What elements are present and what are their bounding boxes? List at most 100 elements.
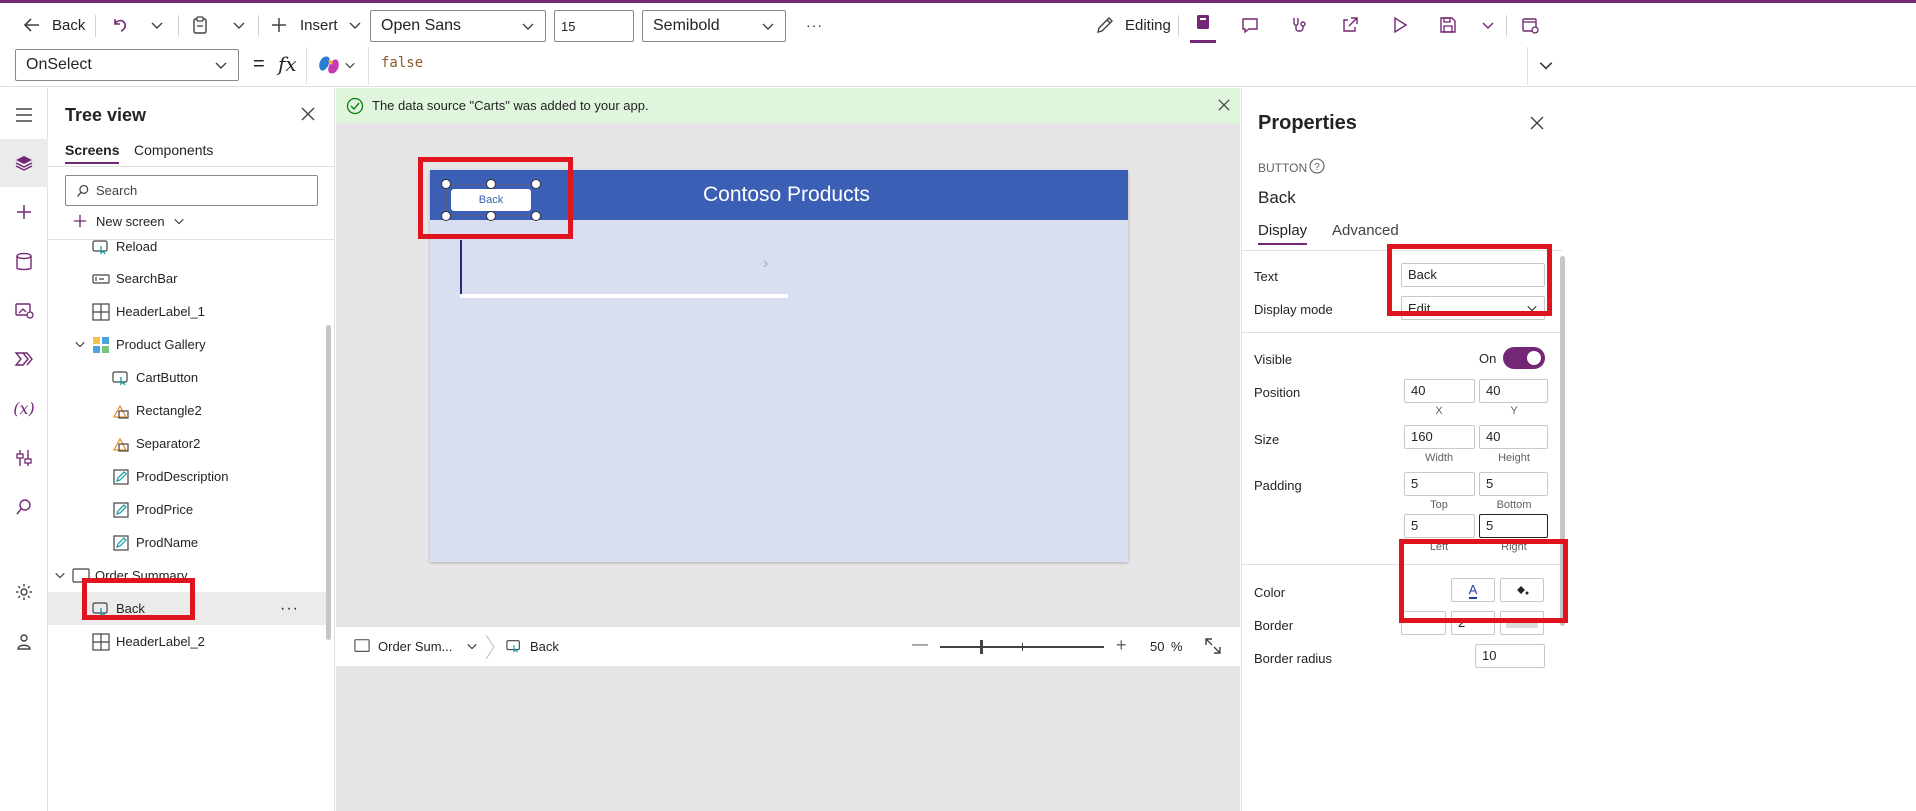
border-radius-input[interactable]: 10 bbox=[1475, 644, 1545, 668]
border-color-button[interactable] bbox=[1500, 611, 1544, 635]
zoom-slider-thumb[interactable] bbox=[980, 640, 983, 654]
tree-item-headerlabel1[interactable]: HeaderLabel_1 bbox=[48, 295, 328, 328]
redo-dropdown[interactable] bbox=[150, 3, 164, 47]
plus-icon bbox=[72, 213, 88, 229]
resize-handle[interactable] bbox=[441, 211, 451, 221]
undo-button[interactable] bbox=[110, 3, 130, 47]
tree-item-proddescription[interactable]: ProdDescription bbox=[48, 460, 328, 493]
more-options-button[interactable]: ··· bbox=[280, 600, 299, 618]
height-input[interactable]: 40 bbox=[1479, 425, 1548, 449]
resize-handle[interactable] bbox=[486, 179, 496, 189]
copilot-button[interactable] bbox=[318, 55, 356, 75]
rail-variables[interactable]: (x) bbox=[0, 384, 48, 432]
properties-scrollbar[interactable] bbox=[1560, 256, 1565, 626]
resize-handle[interactable] bbox=[486, 211, 496, 221]
control-breadcrumb[interactable]: Back bbox=[506, 638, 559, 654]
rail-search[interactable] bbox=[0, 483, 48, 531]
resize-handle[interactable] bbox=[531, 179, 541, 189]
font-family-dropdown[interactable]: Open Sans bbox=[370, 10, 546, 42]
tree-item-product-gallery[interactable]: Product Gallery bbox=[48, 328, 328, 361]
save-dropdown[interactable] bbox=[1481, 3, 1495, 47]
font-size-input[interactable]: 15 bbox=[554, 10, 634, 42]
zoom-slider-tick bbox=[1022, 643, 1023, 651]
health-check-button[interactable] bbox=[1289, 3, 1309, 47]
rail-data[interactable] bbox=[0, 238, 48, 286]
text-color-button[interactable]: A bbox=[1451, 578, 1495, 602]
border-width-input[interactable]: 2 bbox=[1451, 611, 1495, 635]
tree-item-searchbar[interactable]: SearchBar bbox=[48, 262, 328, 295]
search-input[interactable]: Search bbox=[65, 175, 318, 206]
paste-button[interactable] bbox=[190, 3, 210, 47]
rail-settings[interactable] bbox=[0, 568, 48, 616]
rail-tree-view[interactable] bbox=[0, 139, 48, 187]
insert-button[interactable]: Insert bbox=[270, 3, 362, 47]
tab-screens[interactable]: Screens bbox=[65, 142, 120, 164]
tree-item-headerlabel2[interactable]: HeaderLabel_2 bbox=[48, 625, 328, 658]
preview-button[interactable] bbox=[1390, 3, 1410, 47]
visible-toggle[interactable] bbox=[1503, 347, 1545, 369]
width-input[interactable]: 160 bbox=[1404, 425, 1475, 449]
tree-item-prodname[interactable]: ProdName bbox=[48, 526, 328, 559]
fill-color-button[interactable] bbox=[1500, 578, 1544, 602]
tab-components[interactable]: Components bbox=[134, 142, 213, 158]
publish-button[interactable] bbox=[1520, 3, 1540, 47]
zoom-out-button[interactable]: — bbox=[912, 636, 928, 654]
rail-insert[interactable] bbox=[0, 188, 48, 236]
text-property-input[interactable]: Back bbox=[1401, 263, 1545, 287]
tree-scrollbar[interactable] bbox=[326, 325, 331, 640]
screen-selector[interactable]: Order Sum... bbox=[354, 638, 478, 654]
header-title: Contoso Products bbox=[703, 183, 870, 206]
tab-advanced[interactable]: Advanced bbox=[1332, 222, 1399, 239]
rail-virtual-agent[interactable] bbox=[0, 618, 48, 666]
padding-top-input[interactable]: 5 bbox=[1404, 472, 1475, 496]
app-checker-button[interactable] bbox=[1190, 3, 1216, 43]
tree-item-separator2[interactable]: Separator2 bbox=[48, 427, 328, 460]
app-screen-preview[interactable]: Contoso Products Back › bbox=[430, 170, 1128, 562]
property-dropdown[interactable]: OnSelect bbox=[15, 49, 239, 81]
tree-item-prodprice[interactable]: ProdPrice bbox=[48, 493, 328, 526]
padding-bottom-input[interactable]: 5 bbox=[1479, 472, 1548, 496]
hamburger-menu[interactable] bbox=[0, 91, 48, 139]
chevron-down-icon bbox=[1526, 302, 1538, 314]
position-y-input[interactable]: 40 bbox=[1479, 379, 1548, 403]
rail-power-automate[interactable] bbox=[0, 335, 48, 383]
rail-media[interactable] bbox=[0, 286, 48, 334]
chevron-right-icon[interactable]: › bbox=[763, 255, 768, 273]
tree-item-reload[interactable]: Reload bbox=[48, 240, 328, 263]
tree-item-rectangle2[interactable]: Rectangle2 bbox=[48, 394, 328, 427]
font-weight-dropdown[interactable]: Semibold bbox=[642, 10, 786, 42]
more-commands-button[interactable]: ··· bbox=[806, 3, 823, 47]
tab-display[interactable]: Display bbox=[1258, 222, 1308, 245]
back-button[interactable]: Back bbox=[22, 3, 85, 47]
padding-left-input[interactable]: 5 bbox=[1404, 514, 1475, 538]
resize-handle[interactable] bbox=[441, 179, 451, 189]
comments-button[interactable] bbox=[1240, 3, 1260, 47]
position-x-input[interactable]: 40 bbox=[1404, 379, 1475, 403]
tree-item-back[interactable]: Back ··· bbox=[48, 592, 328, 625]
resize-handle[interactable] bbox=[531, 211, 541, 221]
display-mode-dropdown[interactable]: Edit bbox=[1401, 296, 1545, 320]
expand-formula-icon[interactable] bbox=[1538, 57, 1554, 73]
fx-icon[interactable]: fx bbox=[278, 52, 297, 76]
share-button[interactable] bbox=[1340, 3, 1360, 47]
fit-to-window-icon[interactable] bbox=[1204, 637, 1222, 655]
clipboard-icon bbox=[190, 15, 210, 35]
close-icon[interactable] bbox=[1530, 116, 1544, 130]
tree-item-cartbutton[interactable]: CartButton bbox=[48, 361, 328, 394]
new-screen-button[interactable]: New screen bbox=[72, 213, 185, 229]
zoom-slider[interactable] bbox=[940, 640, 1104, 654]
padding-right-input[interactable]: 5 bbox=[1479, 514, 1548, 538]
help-icon[interactable]: ? bbox=[1309, 158, 1325, 174]
tree-item-order-summary[interactable]: Order Summary bbox=[48, 559, 328, 592]
formula-input[interactable]: false bbox=[381, 55, 423, 71]
editing-mode-button[interactable]: Editing bbox=[1095, 3, 1171, 47]
paste-dropdown[interactable] bbox=[232, 3, 246, 47]
border-style-dropdown[interactable] bbox=[1401, 611, 1446, 635]
close-icon[interactable] bbox=[301, 107, 315, 121]
close-icon[interactable] bbox=[1218, 99, 1230, 111]
zoom-in-button[interactable]: + bbox=[1116, 635, 1127, 656]
container-icon bbox=[92, 633, 110, 651]
save-button[interactable] bbox=[1438, 3, 1458, 47]
rail-advanced-tools[interactable] bbox=[0, 434, 48, 482]
container-icon bbox=[92, 303, 110, 321]
